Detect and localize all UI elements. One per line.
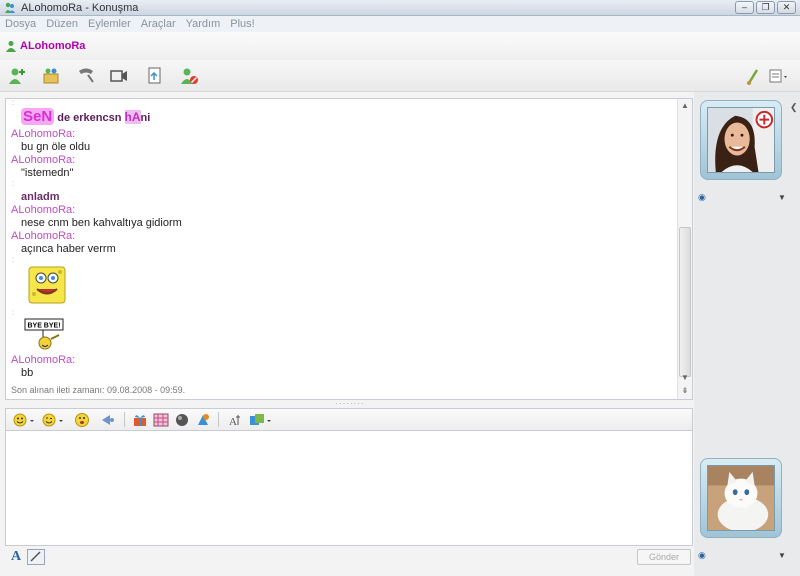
message-sender: ALohomoRa: [11,154,76,166]
close-button[interactable]: ✕ [777,1,796,14]
share-icon[interactable] [41,66,61,86]
phone-icon[interactable] [76,66,96,86]
contact-status-icon [6,41,16,52]
message-list: : SeN de erkencsn hAni ALohomoRa: bu gn … [6,99,678,399]
menu-bar: Dosya Düzen Eylemler Araçlar Yardım Plus… [0,16,800,32]
title-bar: ALohomoRa - Konuşma – ❐ ✕ [0,0,800,16]
messenger-icon [5,2,15,13]
message-sender: ALohomoRa: [11,230,76,242]
message-text: ni [140,112,151,124]
history-scrollbar[interactable]: ▲ ▼ ⇟ [677,99,692,399]
more-options-icon[interactable] [768,66,790,86]
message-sender: ALohomoRa: [11,128,76,140]
svg-text:A: A [229,416,237,428]
message-sender: ALohomoRa: [11,354,76,366]
picture-menu-arrow[interactable]: ▼ [778,551,786,560]
text-mode-icon[interactable]: A [11,549,21,565]
block-contact-icon[interactable] [179,66,199,86]
message-text: anladm [21,191,60,203]
collapse-arrow-icon[interactable]: ❮ [790,102,798,114]
games-icon[interactable] [174,412,190,428]
message-text: bu gn öle oldu [21,141,91,153]
bye-sign-text: BYE BYE! [27,323,60,330]
user-display-picture[interactable] [700,458,782,538]
invite-contact-icon[interactable] [7,66,27,86]
scroll-thumb[interactable] [679,227,691,377]
menu-edit[interactable]: Düzen [46,18,78,30]
message-art: SeN de erkencsn hAni [11,107,678,128]
background-icon[interactable] [153,412,169,428]
main-toolbar [0,60,800,92]
contact-name[interactable]: ALohomoRa [20,40,85,52]
contact-display-picture[interactable] [700,100,782,180]
bye-bye-emoticon: BYE BYE! [24,318,64,350]
paint-brush-icon[interactable] [746,66,760,86]
scroll-down-arrow[interactable]: ▼ [680,373,690,383]
video-icon[interactable] [109,66,129,86]
contact-header: ALohomoRa [0,32,800,60]
voice-clip-icon[interactable] [72,412,92,428]
conversation-history[interactable]: : SeN de erkencsn hAni ALohomoRa: bu gn … [5,98,693,400]
menu-actions[interactable]: Eylemler [88,18,131,30]
font-icon[interactable]: A [227,412,243,428]
menu-file[interactable]: Dosya [5,18,36,30]
compose-bottom-bar: A Gönder [5,546,693,568]
last-message-time: Son alınan ileti zamanı: 09.08.2008 - 09… [11,385,186,395]
gift-icon[interactable] [132,412,148,428]
message-text: nese cnm ben kahvaltıya gidiorm [21,217,182,229]
minimize-button[interactable]: – [735,1,754,14]
spongebob-emoticon [28,266,66,304]
menu-plus[interactable]: Plus! [230,18,254,30]
send-file-icon[interactable] [145,66,165,86]
compose-toolbar: A [5,408,693,430]
webcam-icon[interactable]: ◉ [698,192,706,203]
message-text: bb [21,367,34,379]
display-picture-panel: ❮ ◉ ▼ ◉ ▼ [694,92,800,576]
nudge-icon[interactable] [100,412,116,428]
menu-help[interactable]: Yardım [186,18,221,30]
webcam-icon[interactable]: ◉ [698,550,706,561]
message-sender: ALohomoRa: [11,204,76,216]
picture-menu-arrow[interactable]: ▼ [778,193,786,202]
scroll-up-arrow[interactable]: ▲ [680,101,690,111]
glitter-text: hA [124,110,141,124]
scroll-end-arrow[interactable]: ⇟ [680,386,690,396]
pane-splitter[interactable]: ········ [330,400,370,408]
user-photo [708,466,774,530]
message-text: de erkencsn [54,112,125,124]
message-input[interactable] [5,430,693,546]
message-text: açınca haber verrm [21,243,116,255]
handwriting-menu-icon[interactable] [249,412,273,428]
window-title: ALohomoRa - Konuşma [21,1,139,14]
emoticon-menu-icon[interactable] [12,412,36,428]
glitter-text: SeN [21,108,55,125]
menu-tools[interactable]: Araçlar [141,18,176,30]
wink-menu-icon[interactable] [41,412,65,428]
maximize-button[interactable]: ❐ [756,1,775,14]
contact-photo [708,108,774,172]
activities-icon[interactable] [195,412,211,428]
handwriting-mode-icon[interactable] [27,549,45,565]
send-button[interactable]: Gönder [637,549,691,565]
message-text: "istemedn" [21,167,74,179]
